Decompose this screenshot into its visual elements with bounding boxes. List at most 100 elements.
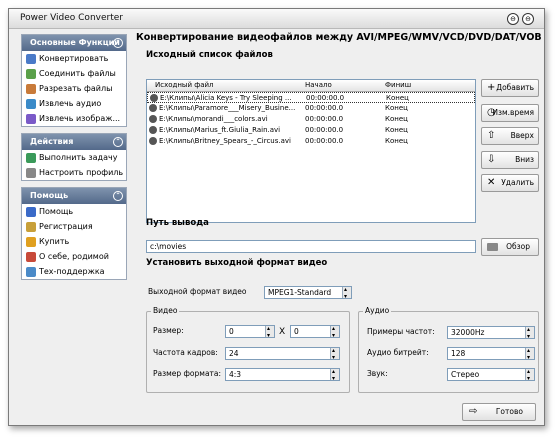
output-format-title: Установить выходной формат видео [146,258,328,268]
table-row[interactable]: E:\Клипы\morandi___colors.avi 00:00:00.0 К… [147,114,475,125]
about-icon [26,251,36,262]
panel-actions-title[interactable]: Действия ⌃ [22,134,126,150]
sidebar-item-label: Извлечь изображ... [39,114,121,123]
sidebar-item-label: Конвертировать [39,54,109,63]
delete-label: Удалить [501,178,534,187]
file-name-cell: E:\Клипы\Paramore___Misery_Busine... [149,104,299,112]
panel-main-functions-title[interactable]: Основные Функции ⌃ [22,35,126,51]
file-name: E:\Клипы\Marius_ft.Giulia_Rain.avi [159,126,281,134]
file-name-cell: E:\Клипы\Marius_ft.Giulia_Rain.avi [149,126,299,134]
sidebar-item-actions[interactable]: Настроить профиль [22,165,126,180]
buy-icon [26,236,36,247]
page-title: Конвертирование видеофайлов между AVI/MP… [136,32,542,43]
stepper-icon[interactable] [265,323,274,341]
table-row[interactable]: E:\Клипы\Alicia Keys - Try Sleeping ... 0… [147,92,475,103]
output-format-select[interactable]: MPEG1-Standard [264,284,352,302]
done-button[interactable]: ⇨ Готово [462,403,536,421]
sidebar-item-actions[interactable]: Выполнить задачу [22,150,126,165]
edit-time-label: Изм.время [492,108,534,117]
sidebar-item-main[interactable]: Конвертировать [22,51,126,66]
table-row[interactable]: E:\Клипы\Britney_Spears_-_Circus.avi 00:0… [147,136,475,147]
sidebar-item-main[interactable]: Извлечь аудио [22,96,126,111]
sidebar-item-help[interactable]: Тех-поддержка [22,264,126,279]
times-sign: X [279,327,286,337]
fps-label: Частота кадров: [153,348,218,357]
panel-help: Помощь ⌃ Помощь Регистрация Купить О себе, … [21,187,127,280]
file-name: E:\Клипы\Britney_Spears_-_Circus.avi [159,137,291,145]
height-stepper[interactable]: 0 [290,323,340,341]
file-name: E:\Клипы\Alicia Keys - Try Sleeping ... [160,94,292,102]
sidebar-item-help[interactable]: Купить [22,234,126,249]
column-end[interactable]: Финиш [385,81,411,89]
app-window: Power Video Converter ⊖ ⊖ Основные Функц… [8,8,545,426]
start-cell: 00:00:00.0 [305,115,344,123]
panel-help-title[interactable]: Помощь ⌃ [22,188,126,204]
start-cell: 00:00:00.0 [305,137,344,145]
video-group-label: Видео [151,306,180,315]
move-down-button[interactable]: ⇩ Вниз [481,151,539,169]
browse-label: Обзор [506,242,530,251]
main-area: Конвертирование видеофайлов между AVI/MP… [136,31,542,424]
sidebar-item-label: Разрезать файлы [39,84,113,93]
end-cell: Конец [385,115,408,123]
height-value: 0 [294,327,299,336]
window-title: Power Video Converter [20,13,123,23]
collapse-icon[interactable]: ⌃ [113,38,123,48]
output-path-title: Путь вывода [146,218,209,228]
add-button[interactable]: + Добавить [481,79,539,97]
column-start[interactable]: Начало [305,81,332,89]
delete-button[interactable]: ✕ Удалить [481,174,539,192]
minimize-button[interactable]: ⊖ [507,13,519,25]
title-bar: Power Video Converter ⊖ ⊖ [9,9,544,29]
start-cell: 00:00:00.0 [305,126,344,134]
sidebar-item-help[interactable]: Помощь [22,204,126,219]
sidebar-item-label: Купить [39,237,70,246]
join-icon [26,68,36,79]
fps-select[interactable]: 24 [225,345,340,363]
arrow-up-icon: ⇧ [487,130,496,141]
profile-icon [26,167,36,178]
sidebar-item-label: Настроить профиль [39,168,124,177]
sidebar-item-main[interactable]: Разрезать файлы [22,81,126,96]
start-cell: 00:00:00.0 [305,104,344,112]
sound-label: Звук: [367,369,388,378]
table-row[interactable]: E:\Клипы\Marius_ft.Giulia_Rain.avi 00:00:… [147,125,475,136]
sample-rate-select[interactable]: 32000Hz [447,324,535,342]
table-row[interactable]: E:\Клипы\Paramore___Misery_Busine... 00:0… [147,103,475,114]
collapse-icon[interactable]: ⌃ [113,191,123,201]
convert-icon [26,53,36,64]
sidebar-item-help[interactable]: О себе, родимой [22,249,126,264]
sound-select[interactable]: Стерео [447,366,535,384]
bitrate-select[interactable]: 128 [447,345,535,363]
folder-icon [487,243,498,251]
browse-button[interactable]: Обзор [481,238,539,256]
width-stepper[interactable]: 0 [225,323,275,341]
stepper-icon[interactable] [330,323,339,341]
end-cell: Конец [385,126,408,134]
sidebar-item-main[interactable]: Соединить файлы [22,66,126,81]
film-icon [150,94,158,102]
edit-time-button[interactable]: ◷ Изм.время [481,104,539,122]
aspect-label: Размер формата: [153,369,222,378]
collapse-icon[interactable]: ⌃ [113,137,123,147]
column-source[interactable]: Исходный файл [155,81,214,89]
bitrate-value: 128 [451,349,466,358]
cut-icon [26,83,36,94]
aspect-select[interactable]: 4:3 [225,366,340,384]
sound-value: Стерео [451,370,480,379]
audio-icon [26,98,36,109]
start-cell: 00:00:00.0 [306,94,345,102]
move-up-button[interactable]: ⇧ Вверх [481,127,539,145]
chevron-down-icon [525,366,534,384]
file-list[interactable]: Исходный файл Начало Финиш E:\Клипы\Alic… [146,79,476,223]
close-button[interactable]: ⊖ [522,13,534,25]
sidebar-item-help[interactable]: Регистрация [22,219,126,234]
output-path-input[interactable]: c:\movies [146,240,476,253]
panel-help-label: Помощь [30,191,69,200]
panel-actions-label: Действия [30,137,74,146]
chevron-down-icon [525,324,534,342]
move-up-label: Вверх [510,131,534,140]
sidebar-item-main[interactable]: Извлечь изображ... [22,111,126,126]
output-format-label: Выходной формат видео [148,287,247,296]
end-cell: Конец [385,137,408,145]
